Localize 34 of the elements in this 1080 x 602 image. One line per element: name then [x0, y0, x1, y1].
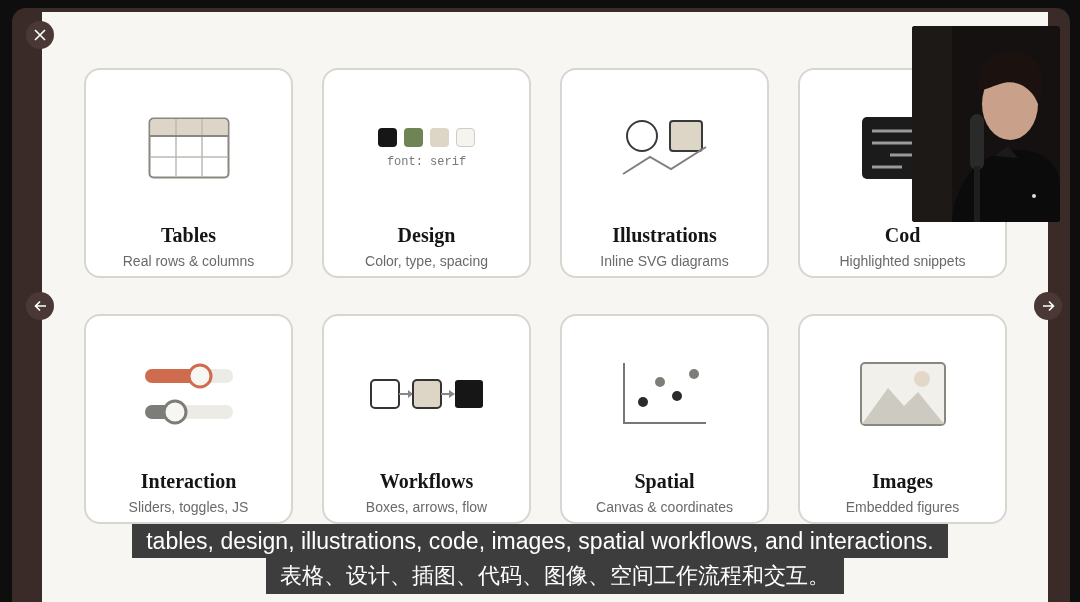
- sliders-icon: [142, 363, 235, 425]
- card-description: Canvas & coordinates: [596, 499, 733, 515]
- category-card[interactable]: font: serif Design Color, type, spacing: [322, 68, 531, 278]
- arrow-left-icon: [33, 300, 47, 312]
- close-icon: [34, 29, 46, 41]
- card-title: Images: [871, 470, 934, 493]
- card-description: Color, type, spacing: [365, 253, 488, 269]
- font-label: font: serif: [386, 154, 467, 169]
- image-placeholder-icon: [859, 362, 946, 426]
- card-title: Tables: [161, 224, 216, 247]
- card-title: Spatial: [634, 470, 695, 493]
- card-description: Real rows & columns: [122, 253, 255, 269]
- table-icon: [147, 117, 230, 179]
- card-description: Sliders, toggles, JS: [128, 499, 249, 515]
- category-card[interactable]: Workflows Boxes, arrows, flow: [322, 314, 531, 524]
- card-description: Embedded figures: [845, 499, 960, 515]
- card-description: Highlighted snippets: [839, 253, 966, 269]
- card-title: Interaction: [140, 470, 237, 493]
- scatter-plot-icon: [622, 363, 707, 425]
- card-title: Workflows: [379, 470, 474, 493]
- code-block-icon: [862, 117, 914, 179]
- card-title: Cod: [884, 224, 921, 247]
- card-title: Illustrations: [612, 224, 717, 247]
- shapes-icon: [621, 119, 708, 177]
- category-card[interactable]: Illustrations Inline SVG diagrams: [560, 68, 769, 278]
- card-description: Inline SVG diagrams: [600, 253, 729, 269]
- card-title: Design: [397, 224, 456, 247]
- category-card[interactable]: Spatial Canvas & coordinates: [560, 314, 769, 524]
- category-card[interactable]: Tables Real rows & columns: [84, 68, 293, 278]
- card-description: Boxes, arrows, flow: [365, 499, 488, 515]
- category-card[interactable]: Interaction Sliders, toggles, JS: [84, 314, 293, 524]
- arrow-right-icon: [1041, 300, 1055, 312]
- category-card[interactable]: Images Embedded figures: [798, 314, 1007, 524]
- workflow-icon: [369, 379, 484, 409]
